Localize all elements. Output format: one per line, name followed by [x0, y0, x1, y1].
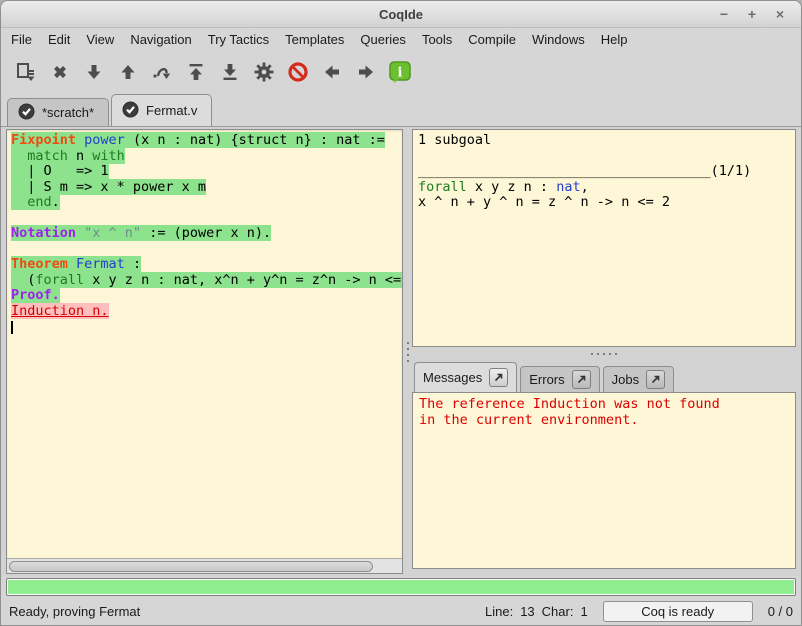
goal-line: 1 subgoal: [418, 133, 795, 149]
message-line: The reference Induction was not found: [419, 397, 795, 413]
progress-fill: [8, 580, 794, 594]
line-label: Line:: [485, 604, 513, 619]
status-right: Line: 13 Char: 1 Coq is ready 0 / 0: [485, 601, 793, 622]
go-to-end-icon[interactable]: [213, 57, 247, 87]
goal-line: x ^ n + y ^ n = z ^ n -> n <= 2: [418, 195, 795, 211]
line-value: 13: [520, 604, 534, 619]
editor-line: [11, 242, 402, 258]
tab-messages[interactable]: Messages: [414, 362, 517, 392]
tab-label: Fermat.v: [146, 103, 197, 118]
interrupt-icon[interactable]: [281, 57, 315, 87]
menu-bar: FileEditViewNavigationTry TacticsTemplat…: [1, 28, 801, 51]
msg-tab-label: Errors: [529, 372, 564, 387]
message-tab-bar: Messages Errors Jobs: [412, 361, 796, 392]
horizontal-scrollbar[interactable]: [7, 558, 402, 573]
next-occurrence-icon[interactable]: [349, 57, 383, 87]
status-bar: Ready, proving Fermat Line: 13 Char: 1 C…: [1, 598, 801, 625]
previous-occurrence-icon[interactable]: [315, 57, 349, 87]
about-icon[interactable]: i: [383, 57, 417, 87]
menu-file[interactable]: File: [3, 30, 40, 49]
editor-line: Theorem Fermat :: [11, 257, 402, 273]
msg-tab-label: Jobs: [612, 372, 639, 387]
tab-scratch[interactable]: *scratch*: [7, 98, 109, 126]
tab-saved-check-icon: [18, 103, 35, 123]
menu-try-tactics[interactable]: Try Tactics: [200, 30, 277, 49]
coq-status-indicator: Coq is ready: [603, 601, 753, 622]
tab-saved-check-icon: [122, 101, 139, 121]
text-cursor: [11, 321, 13, 334]
msg-tab-label: Messages: [423, 370, 482, 385]
editor-line: Induction n.: [11, 304, 402, 320]
tab-label: *scratch*: [42, 105, 94, 120]
menu-compile[interactable]: Compile: [460, 30, 524, 49]
messages-pane[interactable]: The reference Induction was not foundin …: [412, 392, 796, 569]
forward-one-command-icon[interactable]: [77, 57, 111, 87]
close-button[interactable]: ×: [771, 6, 789, 22]
fully-check-icon[interactable]: [247, 57, 281, 87]
go-to-cursor-icon[interactable]: [145, 57, 179, 87]
menu-templates[interactable]: Templates: [277, 30, 352, 49]
menu-tools[interactable]: Tools: [414, 30, 460, 49]
editor-line: Proof.: [11, 288, 402, 304]
maximize-button[interactable]: +: [743, 6, 761, 22]
vertical-pane-splitter[interactable]: [403, 129, 412, 574]
scrollbar-thumb[interactable]: [9, 561, 373, 572]
tab-jobs[interactable]: Jobs: [603, 366, 674, 392]
menu-view[interactable]: View: [78, 30, 122, 49]
editor-line: end.: [11, 195, 402, 211]
goal-pane[interactable]: 1 subgoal _______________________________…: [412, 129, 796, 347]
save-as-icon[interactable]: [9, 57, 43, 87]
progress-bar: [6, 578, 796, 596]
char-label: Char:: [542, 604, 574, 619]
editor-line: Fixpoint power (x n : nat) {struct n} : …: [11, 133, 402, 149]
minimize-button[interactable]: −: [715, 6, 733, 22]
window-title: CoqIde: [1, 7, 801, 22]
message-line: in the current environment.: [419, 413, 795, 429]
script-editor-pane: Fixpoint power (x n : nat) {struct n} : …: [6, 129, 403, 574]
status-message: Ready, proving Fermat: [9, 604, 485, 619]
menu-help[interactable]: Help: [593, 30, 636, 49]
editor-line: [11, 319, 402, 335]
editor-line: match n with: [11, 149, 402, 165]
toolbar: i: [1, 51, 801, 93]
close-buffer-icon[interactable]: [43, 57, 77, 87]
title-bar[interactable]: CoqIde − + ×: [1, 1, 801, 28]
menu-edit[interactable]: Edit: [40, 30, 78, 49]
editor-line: | O => 1: [11, 164, 402, 180]
right-column: 1 subgoal _______________________________…: [412, 129, 796, 574]
restart-to-start-icon[interactable]: [179, 57, 213, 87]
progress-area: [1, 576, 801, 598]
editor-line: (forall x y z n : nat, x^n + y^n = z^n -…: [11, 273, 402, 289]
popout-button[interactable]: [489, 368, 508, 387]
script-editor[interactable]: Fixpoint power (x n : nat) {struct n} : …: [7, 130, 402, 558]
editor-tab-bar: *scratch* Fermat.v: [1, 93, 801, 126]
popout-arrow-icon: [650, 374, 661, 385]
goal-counter: 0 / 0: [768, 604, 793, 619]
coqide-window: CoqIde − + × FileEditViewNavigationTry T…: [0, 0, 802, 626]
menu-navigation[interactable]: Navigation: [122, 30, 199, 49]
goal-line: forall x y z n : nat,: [418, 180, 795, 196]
popout-button[interactable]: [646, 370, 665, 389]
editor-line: Notation "x ^ n" := (power x n).: [11, 226, 402, 242]
tab-fermat[interactable]: Fermat.v: [111, 94, 212, 126]
char-value: 1: [580, 604, 587, 619]
backward-one-command-icon[interactable]: [111, 57, 145, 87]
main-area: Fixpoint power (x n : nat) {struct n} : …: [1, 126, 801, 576]
goal-line: [418, 149, 795, 165]
popout-arrow-icon: [493, 372, 504, 383]
menu-windows[interactable]: Windows: [524, 30, 593, 49]
popout-button[interactable]: [572, 370, 591, 389]
svg-text:i: i: [398, 66, 403, 81]
goal-line: ____________________________________(1/1…: [418, 164, 795, 180]
editor-line: [11, 211, 402, 227]
popout-arrow-icon: [576, 374, 587, 385]
menu-queries[interactable]: Queries: [352, 30, 414, 49]
editor-line: | S m => x * power x m: [11, 180, 402, 196]
horizontal-pane-splitter[interactable]: [412, 347, 796, 361]
tab-errors[interactable]: Errors: [520, 366, 599, 392]
coq-status-text: Coq is ready: [641, 604, 714, 619]
window-controls: − + ×: [715, 6, 801, 22]
